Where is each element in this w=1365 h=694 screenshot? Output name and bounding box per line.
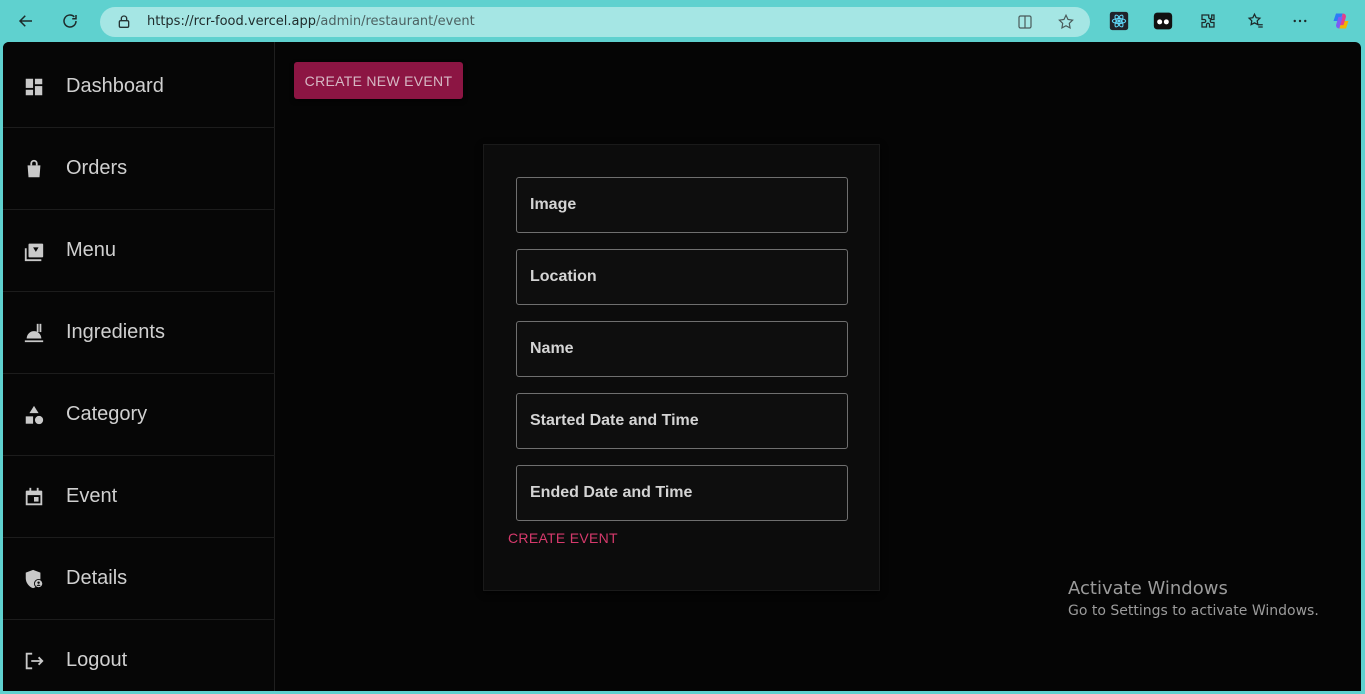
ended-datetime-input[interactable]: Ended Date and Time — [516, 465, 848, 521]
favorites-list-icon[interactable] — [1243, 8, 1269, 34]
extensions-puzzle-icon[interactable] — [1195, 8, 1221, 34]
windows-activation-watermark: Activate Windows Go to Settings to activ… — [1068, 578, 1319, 619]
started-datetime-input[interactable]: Started Date and Time — [516, 393, 848, 449]
extension-mask-icon[interactable] — [1153, 11, 1173, 31]
shopping-bag-icon — [23, 158, 45, 180]
sidebar: Dashboard Orders Menu Ingredients Catego… — [3, 42, 275, 691]
sidebar-item-ingredients[interactable]: Ingredients — [3, 292, 275, 374]
url-host: https://rcr-food.vercel.app — [147, 14, 316, 29]
sidebar-item-label: Dashboard — [66, 75, 164, 97]
back-arrow-icon[interactable] — [13, 8, 39, 34]
split-screen-icon[interactable] — [1016, 13, 1034, 31]
location-placeholder: Location — [530, 268, 597, 285]
category-icon — [23, 404, 45, 426]
sidebar-item-category[interactable]: Category — [3, 374, 275, 456]
address-bar[interactable]: https://rcr-food.vercel.app/admin/restau… — [100, 7, 1090, 37]
react-devtools-icon[interactable] — [1109, 11, 1129, 31]
lock-icon — [116, 14, 132, 30]
create-new-event-button[interactable]: CREATE NEW EVENT — [294, 62, 463, 99]
menu-book-icon — [23, 240, 45, 262]
sidebar-item-orders[interactable]: Orders — [3, 128, 275, 210]
sidebar-item-menu[interactable]: Menu — [3, 210, 275, 292]
event-form-card: Image Location Name Started Date and Tim… — [483, 144, 880, 591]
admin-shield-icon — [23, 568, 45, 590]
sidebar-item-label: Category — [66, 403, 148, 425]
ended-datetime-placeholder: Ended Date and Time — [530, 484, 693, 501]
sidebar-item-label: Ingredients — [66, 321, 165, 343]
watermark-title: Activate Windows — [1068, 578, 1228, 599]
food-bank-icon — [23, 322, 45, 344]
sidebar-item-event[interactable]: Event — [3, 456, 275, 538]
more-options-icon[interactable] — [1287, 8, 1313, 34]
sidebar-item-dashboard[interactable]: Dashboard — [3, 46, 275, 128]
sidebar-item-label: Menu — [66, 239, 117, 261]
favorite-star-icon[interactable] — [1057, 13, 1075, 31]
watermark-subtitle: Go to Settings to activate Windows. — [1068, 603, 1319, 619]
dashboard-icon — [23, 76, 45, 98]
browser-toolbar: https://rcr-food.vercel.app/admin/restau… — [0, 0, 1365, 42]
calendar-icon — [23, 486, 45, 508]
refresh-icon[interactable] — [57, 8, 83, 34]
url-text: https://rcr-food.vercel.app/admin/restau… — [147, 14, 475, 29]
location-input[interactable]: Location — [516, 249, 848, 305]
started-datetime-placeholder: Started Date and Time — [530, 412, 699, 429]
sidebar-item-details[interactable]: Details — [3, 538, 275, 620]
image-placeholder: Image — [530, 196, 577, 213]
sidebar-item-label: Event — [66, 485, 118, 507]
sidebar-item-label: Logout — [66, 649, 128, 671]
create-event-button[interactable]: CREATE EVENT — [508, 530, 618, 546]
name-input[interactable]: Name — [516, 321, 848, 377]
name-placeholder: Name — [530, 340, 574, 357]
url-path: /admin/restaurant/event — [316, 14, 475, 29]
logout-icon — [23, 650, 45, 672]
sidebar-item-label: Orders — [66, 157, 128, 179]
sidebar-item-label: Details — [66, 567, 128, 589]
copilot-icon[interactable] — [1331, 11, 1351, 31]
image-input[interactable]: Image — [516, 177, 848, 233]
sidebar-item-logout[interactable]: Logout — [3, 620, 275, 691]
